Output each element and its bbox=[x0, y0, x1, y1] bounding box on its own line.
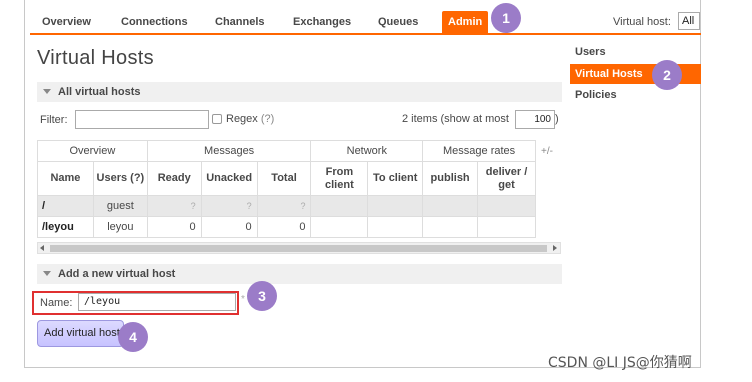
scrollbar-thumb[interactable] bbox=[50, 245, 547, 252]
annotation-badge-3: 3 bbox=[247, 281, 277, 311]
publish-value bbox=[422, 195, 479, 217]
to-client-value bbox=[367, 195, 424, 217]
section-title: All virtual hosts bbox=[58, 86, 141, 98]
group-header-network: Network bbox=[310, 140, 424, 162]
table-row[interactable]: /leyou leyou 0 0 0 bbox=[37, 216, 536, 238]
add-virtual-host-button[interactable]: Add virtual host bbox=[37, 320, 124, 347]
scroll-left-icon[interactable] bbox=[40, 245, 44, 251]
group-header-overview: Overview bbox=[37, 140, 148, 162]
virtual-host-select[interactable]: All bbox=[678, 12, 700, 30]
total-value: ? bbox=[256, 195, 312, 217]
unacked-value: ? bbox=[200, 195, 258, 217]
publish-value bbox=[422, 216, 479, 238]
horizontal-scrollbar[interactable] bbox=[37, 242, 561, 254]
annotation-badge-2: 2 bbox=[652, 60, 682, 90]
column-header-users[interactable]: Users (?) bbox=[92, 161, 148, 196]
name-label: Name: bbox=[40, 297, 73, 309]
from-client-value bbox=[310, 216, 369, 238]
add-virtual-host-header[interactable]: Add a new virtual host bbox=[37, 264, 562, 284]
tab-queues[interactable]: Queues bbox=[378, 11, 418, 33]
items-paren: ) bbox=[555, 113, 559, 125]
column-header-name[interactable]: Name bbox=[37, 161, 94, 196]
sidebar-item-users[interactable]: Users bbox=[575, 46, 606, 58]
tab-connections[interactable]: Connections bbox=[121, 11, 188, 33]
regex-help-link[interactable]: (?) bbox=[261, 113, 274, 125]
column-header-unacked[interactable]: Unacked bbox=[200, 161, 258, 196]
filter-label: Filter: bbox=[40, 114, 68, 126]
vhost-users: leyou bbox=[92, 216, 148, 238]
group-header-messages: Messages bbox=[146, 140, 312, 162]
tab-overview[interactable]: Overview bbox=[42, 11, 91, 33]
column-header-to-client[interactable]: To client bbox=[367, 161, 424, 196]
to-client-value bbox=[367, 216, 424, 238]
collapse-triangle-icon bbox=[43, 89, 51, 95]
deliver-get-value bbox=[477, 216, 536, 238]
deliver-get-value bbox=[477, 195, 536, 217]
required-mark: * bbox=[241, 294, 245, 305]
page-title: Virtual Hosts bbox=[37, 47, 154, 69]
regex-checkbox[interactable] bbox=[212, 114, 222, 124]
name-input[interactable]: /leyou bbox=[78, 293, 236, 311]
top-nav: Overview Connections Channels Exchanges … bbox=[30, 9, 701, 35]
tab-channels[interactable]: Channels bbox=[215, 11, 265, 33]
virtual-hosts-table: Overview Messages Network Message rates … bbox=[37, 140, 536, 238]
items-count-text: 2 items (show at most bbox=[402, 113, 509, 125]
vhost-users: guest bbox=[92, 195, 148, 217]
column-toggle-link[interactable]: +/- bbox=[541, 146, 553, 157]
collapse-triangle-icon bbox=[43, 271, 51, 277]
total-value: 0 bbox=[256, 216, 312, 238]
watermark: CSDN @LI JS@你猜啊 bbox=[548, 355, 692, 371]
table-row[interactable]: / guest ? ? ? bbox=[37, 195, 536, 217]
tab-admin[interactable]: Admin bbox=[442, 11, 489, 33]
max-items-input[interactable]: 100 bbox=[515, 110, 555, 129]
unacked-value: 0 bbox=[200, 216, 258, 238]
ready-value: 0 bbox=[146, 216, 202, 238]
section-title: Add a new virtual host bbox=[58, 268, 176, 280]
vhost-name-link[interactable]: /leyou bbox=[37, 216, 94, 238]
sidebar-item-policies[interactable]: Policies bbox=[575, 89, 617, 101]
vhost-name-link[interactable]: / bbox=[37, 195, 94, 217]
annotation-badge-4: 4 bbox=[118, 322, 148, 352]
from-client-value bbox=[310, 195, 369, 217]
column-header-from-client[interactable]: From client bbox=[310, 161, 369, 196]
regex-label: Regex (?) bbox=[226, 113, 275, 125]
ready-value: ? bbox=[146, 195, 202, 217]
virtual-host-label: Virtual host: bbox=[613, 16, 671, 28]
all-virtual-hosts-header[interactable]: All virtual hosts bbox=[37, 82, 562, 102]
column-header-publish[interactable]: publish bbox=[422, 161, 479, 196]
scroll-right-icon[interactable] bbox=[553, 245, 557, 251]
column-header-total[interactable]: Total bbox=[256, 161, 312, 196]
column-header-deliver-get[interactable]: deliver / get bbox=[477, 161, 536, 196]
filter-input[interactable] bbox=[75, 110, 209, 129]
group-header-message-rates: Message rates bbox=[422, 140, 536, 162]
annotation-badge-1: 1 bbox=[491, 3, 521, 33]
column-header-ready[interactable]: Ready bbox=[146, 161, 202, 196]
tab-exchanges[interactable]: Exchanges bbox=[293, 11, 351, 33]
